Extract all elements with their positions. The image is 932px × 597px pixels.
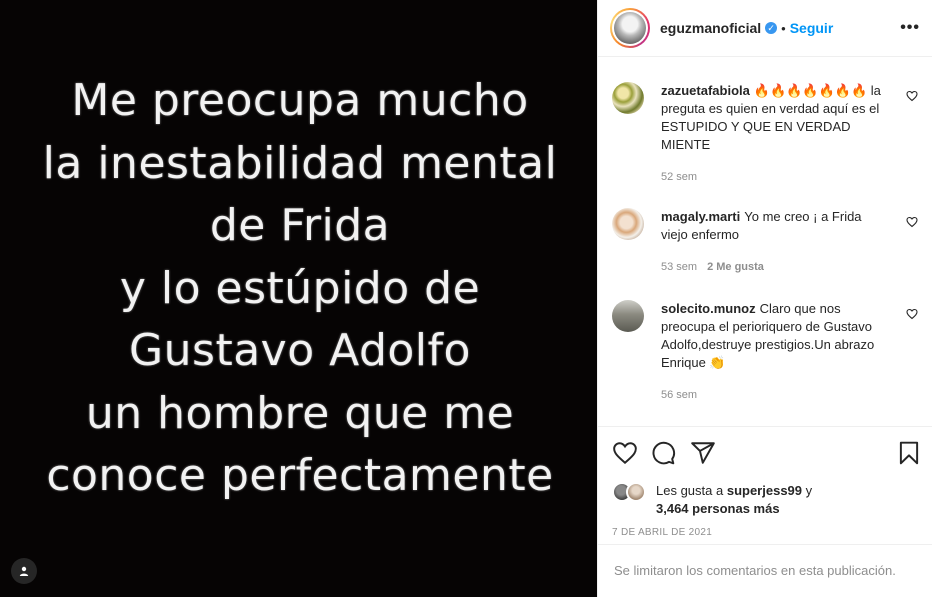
comment-meta: 56 sem (661, 386, 883, 404)
likes-prefix: Les gusta a (656, 483, 724, 498)
header-separator: • (781, 20, 786, 36)
image-text: Me preocupa mucho la inestabilidad menta… (0, 70, 597, 508)
comment-avatar[interactable] (612, 82, 644, 114)
image-text-line: Gustavo Adolfo (129, 325, 471, 376)
comment-username[interactable]: solecito.munoz (661, 301, 756, 316)
share-icon[interactable] (690, 440, 716, 466)
image-text-line: un hombre que me (85, 387, 515, 439)
comment-meta: 53 sem 2 Me gusta (661, 258, 883, 276)
comment-avatar[interactable] (612, 300, 644, 332)
comment-time[interactable]: 52 sem (661, 171, 697, 183)
likes-count[interactable]: 3,464 personas más (656, 501, 780, 516)
comment-username[interactable]: magaly.marti (661, 209, 740, 224)
likes-text: Les gusta a superjess99 y 3,464 personas… (656, 482, 812, 518)
post-sidebar: eguzmanoficial ✓ • Seguir ••• zazuetafab… (597, 0, 932, 597)
comment-username[interactable]: zazuetafabiola (661, 83, 750, 98)
image-text-line: la inestabilidad mental (42, 137, 558, 189)
verified-badge-icon: ✓ (765, 22, 778, 34)
comment-like-icon[interactable] (906, 308, 918, 320)
liked-by-username[interactable]: superjess99 (727, 483, 802, 498)
user-tag-icon (19, 566, 29, 576)
post-dialog: Me preocupa mucho la inestabilidad menta… (0, 0, 932, 597)
divider (598, 544, 932, 545)
comments-limited-notice: Se limitaron los comentarios en esta pub… (614, 563, 896, 578)
avatar[interactable] (610, 8, 650, 48)
comment-icon[interactable] (650, 440, 676, 466)
heart-icon[interactable] (612, 440, 638, 466)
post-date[interactable]: 7 DE ABRIL DE 2021 (612, 527, 712, 538)
comment-time[interactable]: 56 sem (661, 389, 697, 401)
more-options-button[interactable]: ••• (900, 19, 920, 37)
bookmark-icon[interactable] (896, 440, 922, 466)
comment-likes-count[interactable]: 2 Me gusta (707, 261, 764, 273)
comment-item: zazuetafabiola 🔥🔥🔥🔥🔥🔥🔥 la preguta es quie… (612, 82, 920, 186)
author-username[interactable]: eguzmanoficial (660, 20, 761, 36)
post-actions (612, 440, 919, 466)
comment-item: solecito.munoz Claro que nos preocupa el … (612, 300, 920, 404)
comment-meta: 52 sem (661, 168, 883, 186)
comment-like-icon[interactable] (906, 216, 918, 228)
post-header: eguzmanoficial ✓ • Seguir ••• (598, 0, 932, 57)
image-text-line: Me preocupa mucho (71, 75, 529, 126)
divider (598, 426, 932, 427)
comment-like-icon[interactable] (906, 90, 918, 102)
comment-time[interactable]: 53 sem (661, 261, 697, 273)
user-tag-button[interactable] (11, 558, 37, 584)
likes-middle: y (805, 483, 813, 498)
image-text-line: y lo estúpido de (119, 262, 481, 314)
follow-button[interactable]: Seguir (790, 20, 834, 36)
liked-by-avatars[interactable] (612, 482, 652, 504)
image-text-line: de Frida (209, 200, 391, 251)
image-text-line: conoce perfectamente (46, 450, 554, 501)
likes-summary: Les gusta a superjess99 y 3,464 personas… (612, 482, 920, 518)
post-image[interactable]: Me preocupa mucho la inestabilidad menta… (0, 0, 597, 597)
comment-item: magaly.marti Yo me creo ¡ a Frida viejo e… (612, 208, 920, 276)
comment-avatar[interactable] (612, 208, 644, 240)
